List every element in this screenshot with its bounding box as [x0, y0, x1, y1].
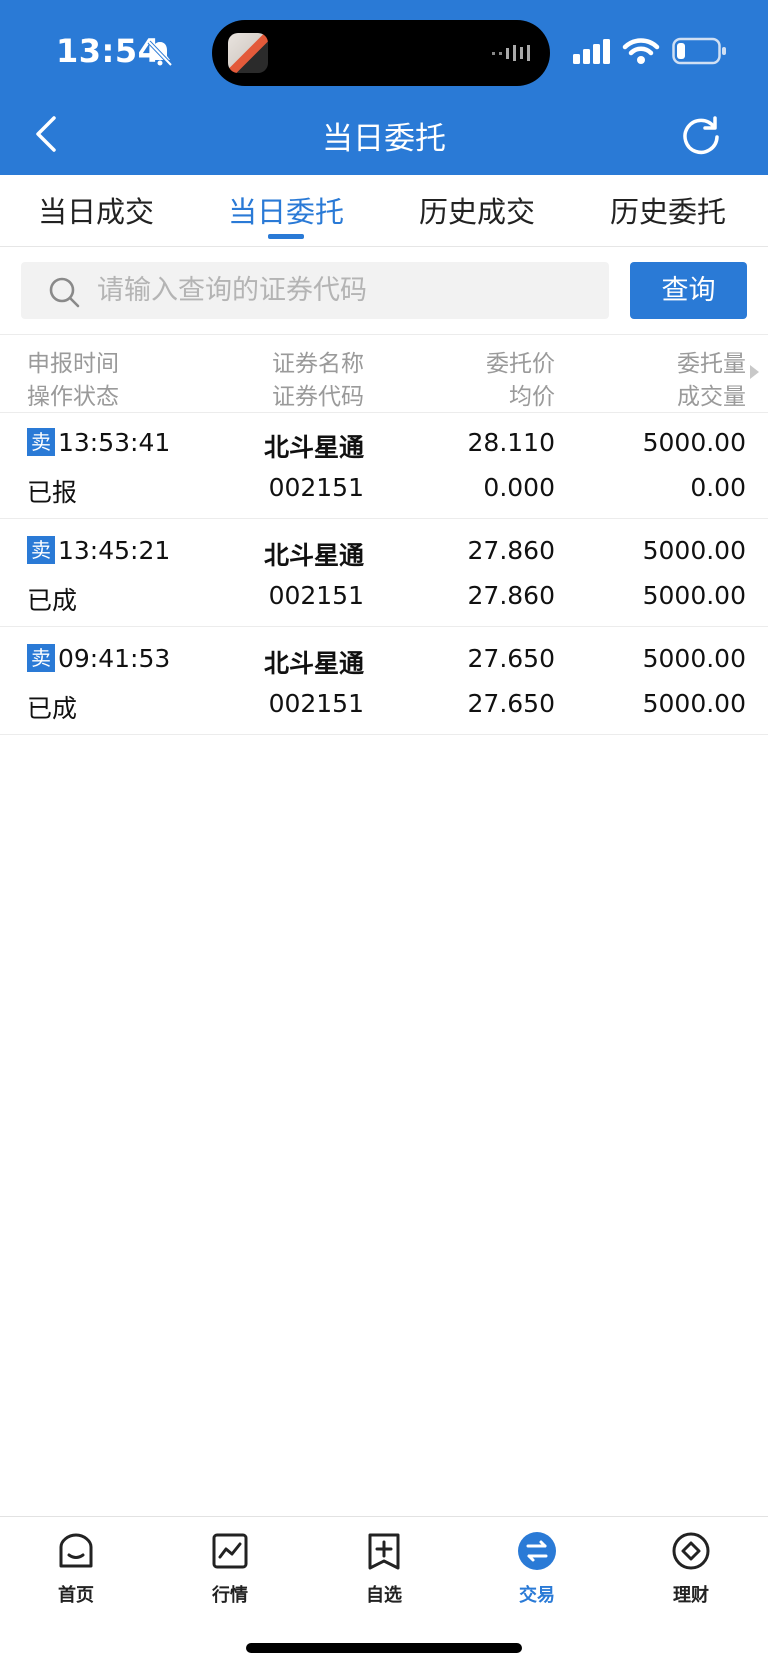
tabbar-wealth[interactable]: 理财	[641, 1531, 741, 1621]
tabbar-label: 首页	[58, 1585, 94, 1606]
order-time: 13:53:41	[58, 428, 171, 457]
scroll-right-icon[interactable]	[750, 365, 759, 379]
table-row[interactable]: 卖 13:53:41 已报 北斗星通 002151 28.110 0.000 5…	[0, 412, 768, 519]
order-status: 已报	[27, 478, 78, 507]
filled-qty: 5000.00	[642, 581, 746, 610]
wealth-icon	[672, 1532, 710, 1570]
order-qty: 5000.00	[642, 644, 746, 673]
tab-today-trades[interactable]: 当日成交	[0, 189, 192, 231]
avg-price: 0.000	[483, 473, 555, 502]
order-time: 09:41:53	[58, 644, 171, 673]
app-header: 13:54 当日委托	[0, 0, 768, 175]
tab-history-orders[interactable]: 历史委托	[572, 189, 764, 231]
security-code: 002151	[268, 689, 364, 718]
filled-qty: 0.00	[690, 473, 746, 502]
order-time: 13:45:21	[58, 536, 171, 565]
divider	[0, 334, 768, 335]
col-header-order-price: 委托价	[486, 351, 555, 377]
security-code: 002151	[268, 581, 364, 610]
query-button[interactable]: 查询	[630, 262, 747, 319]
page-title: 当日委托	[322, 121, 446, 157]
refresh-icon[interactable]	[680, 114, 722, 156]
tabbar-label: 理财	[673, 1585, 709, 1606]
watchlist-add-icon	[368, 1533, 400, 1570]
order-status: 已成	[27, 694, 78, 723]
order-qty: 5000.00	[642, 536, 746, 565]
avg-price: 27.650	[467, 689, 555, 718]
cellular-signal-icon	[573, 39, 610, 64]
battery-icon	[672, 37, 726, 65]
security-name: 北斗星通	[263, 541, 364, 570]
col-header-avg-price: 均价	[509, 384, 555, 410]
trade-exchange-icon	[518, 1532, 556, 1570]
table-row[interactable]: 卖 13:45:21 已成 北斗星通 002151 27.860 27.860 …	[0, 520, 768, 627]
tab-today-orders[interactable]: 当日委托	[190, 189, 382, 231]
order-qty: 5000.00	[642, 428, 746, 457]
dynamic-island	[212, 20, 550, 86]
col-header-security-name: 证券名称	[272, 351, 364, 377]
security-name: 北斗星通	[263, 649, 364, 678]
tab-bar-top: 当日成交 当日委托 历史成交 历史委托	[0, 175, 768, 247]
col-header-order-time: 申报时间	[27, 351, 119, 377]
order-status: 已成	[27, 586, 78, 615]
order-price: 28.110	[467, 428, 555, 457]
order-price: 27.860	[467, 536, 555, 565]
tabbar-watchlist[interactable]: 自选	[334, 1531, 434, 1621]
bell-muted-icon	[147, 40, 173, 67]
col-header-order-qty: 委托量	[677, 351, 746, 377]
tabbar-label: 交易	[519, 1585, 555, 1606]
audio-wave-icon	[492, 45, 530, 61]
tab-history-trades[interactable]: 历史成交	[381, 189, 573, 231]
order-price: 27.650	[467, 644, 555, 673]
tabbar-trade[interactable]: 交易	[487, 1531, 587, 1621]
search-input[interactable]	[97, 262, 597, 319]
col-header-status: 操作状态	[27, 384, 119, 410]
sell-badge: 卖	[27, 536, 55, 564]
security-code: 002151	[268, 473, 364, 502]
search-box	[21, 262, 609, 319]
avg-price: 27.860	[467, 581, 555, 610]
security-name: 北斗星通	[263, 433, 364, 462]
tabbar-home[interactable]: 首页	[26, 1531, 126, 1621]
tabbar-market[interactable]: 行情	[180, 1531, 280, 1621]
tabbar-label: 行情	[212, 1585, 248, 1606]
tabbar-label: 自选	[366, 1585, 402, 1606]
sell-badge: 卖	[27, 644, 55, 672]
sell-badge: 卖	[27, 428, 55, 456]
wifi-icon	[622, 38, 660, 64]
chart-icon	[212, 1533, 248, 1569]
col-header-filled-qty: 成交量	[677, 384, 746, 410]
search-icon	[49, 277, 80, 308]
table-row[interactable]: 卖 09:41:53 已成 北斗星通 002151 27.650 27.650 …	[0, 628, 768, 735]
col-header-security-code: 证券代码	[272, 384, 364, 410]
home-indicator[interactable]	[246, 1643, 522, 1653]
now-playing-artwork	[228, 33, 268, 73]
home-icon	[59, 1533, 93, 1568]
filled-qty: 5000.00	[642, 689, 746, 718]
active-tab-indicator	[268, 234, 304, 239]
